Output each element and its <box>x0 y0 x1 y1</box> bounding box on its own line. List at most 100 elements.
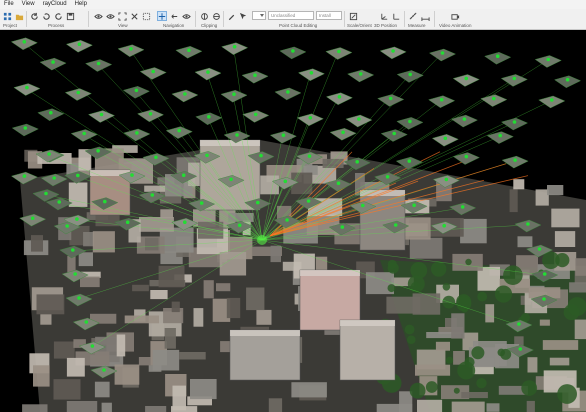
camera-position-marker <box>337 95 342 99</box>
menu-raycloud[interactable]: rayCloud <box>39 0 71 9</box>
point-cloud-scene[interactable] <box>0 30 586 412</box>
3d-viewport[interactable] <box>0 30 586 412</box>
class-value-select[interactable]: Install <box>316 11 342 20</box>
building-block <box>150 290 168 300</box>
camera-position-marker <box>232 92 236 96</box>
building-block <box>451 401 485 412</box>
building-block <box>114 364 140 385</box>
grid-icon[interactable] <box>2 11 12 21</box>
tree <box>465 258 472 266</box>
camera-position-marker <box>130 173 134 177</box>
tree <box>387 262 399 274</box>
camera-image-tile <box>379 46 407 60</box>
tree <box>471 346 485 360</box>
select-icon[interactable] <box>141 11 151 21</box>
camera-position-marker <box>23 126 28 130</box>
camera-position-marker <box>358 72 363 76</box>
group-label-3d-position: 3D Position <box>374 23 398 28</box>
separator <box>344 11 345 27</box>
building-block <box>509 189 518 213</box>
camera-image-tile <box>88 110 115 123</box>
clip-icon[interactable] <box>199 11 209 21</box>
measure-icon[interactable] <box>408 11 418 21</box>
orbit-icon[interactable] <box>169 11 179 21</box>
building-block <box>33 365 50 387</box>
axes-icon[interactable] <box>379 11 389 21</box>
camera-image-tile <box>484 52 512 65</box>
classification-select[interactable]: Unclassified <box>268 11 314 20</box>
building-block <box>203 280 214 299</box>
camera-position-marker <box>84 320 89 324</box>
scale-icon[interactable] <box>348 11 358 21</box>
camera-image-tile <box>11 123 39 137</box>
menu-view[interactable]: View <box>18 0 39 9</box>
camera-position-marker <box>285 218 289 222</box>
camera-position-marker <box>440 51 445 55</box>
group-label-measure: Measure <box>408 23 426 28</box>
redo-icon[interactable] <box>53 11 63 21</box>
camera-position-marker <box>232 44 237 49</box>
camera-image-tile <box>220 89 248 103</box>
eye-icon[interactable] <box>181 11 191 21</box>
measure-icon[interactable] <box>420 11 430 21</box>
camera-position-marker <box>393 223 398 227</box>
building-block <box>399 391 413 412</box>
building-block <box>551 208 580 228</box>
camera-position-marker <box>337 49 341 54</box>
camera-image-tile <box>13 83 41 96</box>
camera-position-marker <box>177 128 181 133</box>
tree <box>567 297 586 317</box>
building-block <box>190 379 217 400</box>
camera-position-marker <box>444 177 449 182</box>
building-block <box>83 232 94 247</box>
folder-icon[interactable] <box>14 11 24 21</box>
building-block <box>66 401 98 412</box>
rooftop <box>230 330 300 336</box>
group-label-clipping: Clipping <box>201 23 218 28</box>
clip-icon[interactable] <box>211 11 221 21</box>
building-block <box>547 185 564 196</box>
menu-file[interactable]: File <box>0 0 18 9</box>
camera-position-marker <box>512 76 517 81</box>
camera-position-marker <box>439 97 444 102</box>
camera-position-marker <box>102 368 106 372</box>
camera-image-tile <box>538 95 566 109</box>
building-block <box>256 309 272 325</box>
eye-icon[interactable] <box>105 11 115 21</box>
camera-image-tile <box>269 130 297 144</box>
close-icon[interactable] <box>129 11 139 21</box>
building-block <box>535 189 549 206</box>
camera-position-marker <box>307 154 312 158</box>
building-block <box>132 284 149 292</box>
camera-image-tile <box>396 117 424 130</box>
camera-position-marker <box>181 173 186 177</box>
camera-image-tile <box>345 114 373 128</box>
undo-icon[interactable] <box>41 11 51 21</box>
video-icon[interactable] <box>450 11 460 21</box>
building-block <box>160 209 173 219</box>
building-block <box>517 236 533 248</box>
camera-image-tile <box>554 75 582 88</box>
building-block <box>226 297 241 319</box>
camera-position-marker <box>460 205 465 209</box>
camera-position-marker <box>30 216 35 220</box>
fit-view-icon[interactable] <box>117 11 127 21</box>
camera-image-tile <box>452 152 480 165</box>
building-block <box>144 185 167 192</box>
menu-help[interactable]: Help <box>71 0 91 9</box>
select-icon[interactable] <box>238 11 248 21</box>
save-icon[interactable] <box>65 11 75 21</box>
camera-image-tile <box>396 70 424 83</box>
axes-icon[interactable] <box>391 11 401 21</box>
brush-icon[interactable] <box>226 11 236 21</box>
eye-icon[interactable] <box>93 11 103 21</box>
building-block <box>94 381 110 398</box>
camera-image-tile <box>325 47 353 60</box>
refresh-icon[interactable] <box>29 11 39 21</box>
camera-position-marker <box>357 117 361 121</box>
move-icon[interactable] <box>157 11 167 21</box>
building-block <box>542 340 579 350</box>
camera-position-marker <box>542 272 547 276</box>
color-swatch-field[interactable] <box>252 11 266 20</box>
group-label-view: View <box>118 23 128 28</box>
